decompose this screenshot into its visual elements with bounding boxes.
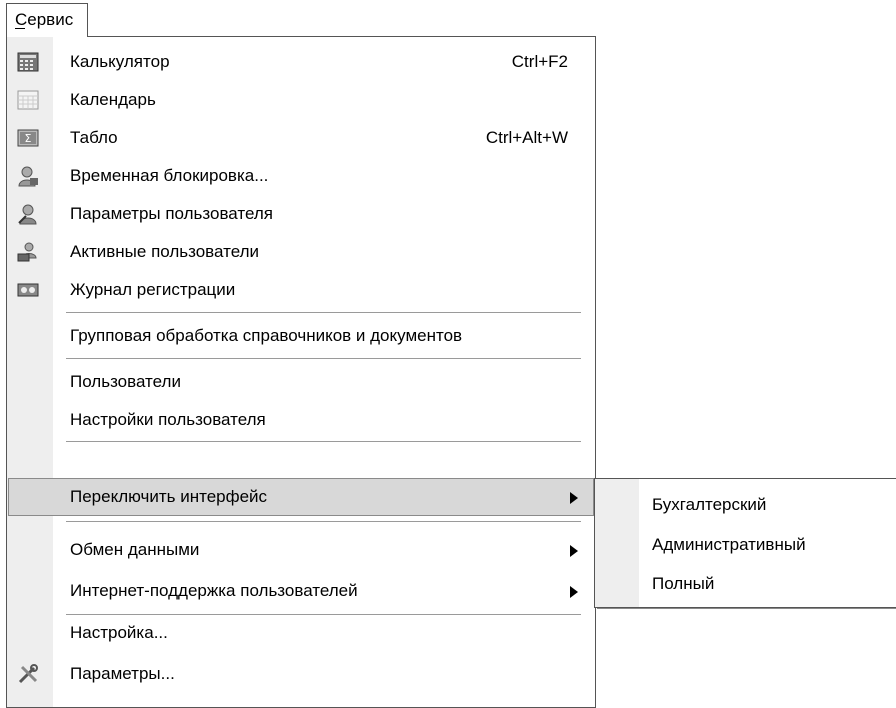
menu-item-shortcut: Ctrl+Alt+W <box>485 128 568 147</box>
menu-separator <box>66 441 581 443</box>
menu-item-label: Журнал регистрации <box>70 280 236 299</box>
menu-item-parameters[interactable]: Параметры... <box>8 655 594 693</box>
submenu-item-label: Полный <box>652 574 715 593</box>
menu-item-label: Временная блокировка... <box>70 166 269 185</box>
menu-item-label: Обмен данными <box>70 540 200 559</box>
menu-item-label: Настройка... <box>70 623 168 642</box>
menu-item-label: Калькулятор <box>70 52 170 71</box>
menu-item-label: Настройки пользователя <box>70 410 266 429</box>
menu-item-registration-log[interactable]: Журнал регистрации <box>8 271 594 309</box>
submenu-arrow-icon <box>570 492 578 504</box>
submenu-item-administrative[interactable]: Административный <box>596 526 896 564</box>
submenu-item-label: Административный <box>652 535 806 554</box>
active-users-icon <box>17 242 37 262</box>
svg-text:Σ: Σ <box>25 132 32 145</box>
submenu-arrow-icon <box>570 545 578 557</box>
menu-item-group-processing[interactable]: Групповая обработка справочников и докум… <box>8 317 594 355</box>
menu-item-scoreboard[interactable]: Σ Табло Ctrl+Alt+W <box>8 119 594 157</box>
menu-servis-label: Сервис <box>15 10 74 29</box>
menu-item-user-settings[interactable]: Настройки пользователя <box>8 401 594 439</box>
menu-separator <box>66 312 581 314</box>
scoreboard-icon: Σ <box>17 129 39 147</box>
submenu-item-label: Бухгалтерский <box>652 495 767 514</box>
menu-servis[interactable]: Сервис <box>6 3 88 37</box>
accelerator-underline <box>15 28 25 29</box>
menu-separator <box>66 521 581 523</box>
calendar-icon <box>17 90 39 110</box>
menu-item-user-parameters[interactable]: Параметры пользователя <box>8 195 594 233</box>
menu-item-setup[interactable]: Настройка... <box>8 614 594 652</box>
menu-item-data-exchange[interactable]: Обмен данными <box>8 531 594 569</box>
menu-item-label: Групповая обработка справочников и докум… <box>70 326 463 345</box>
user-lock-icon <box>18 166 38 187</box>
switch-interface-submenu: Бухгалтерский Административный Полный <box>594 478 896 608</box>
submenu-item-accounting[interactable]: Бухгалтерский <box>596 486 896 524</box>
menu-item-label: Табло <box>70 128 118 147</box>
menu-item-label: Интернет-поддержка пользователей <box>70 581 358 600</box>
menu-item-label: Пользователи <box>70 372 181 391</box>
menu-item-label: Параметры пользователя <box>70 204 273 223</box>
menu-item-label: Активные пользователи <box>70 242 260 261</box>
menu-item-active-users[interactable]: Активные пользователи <box>8 233 594 271</box>
menu-item-label: Параметры... <box>70 664 175 683</box>
menu-item-calendar[interactable]: Календарь <box>8 81 594 119</box>
menu-item-temporary-lock[interactable]: Временная блокировка... <box>8 157 594 195</box>
menu-item-label: Календарь <box>70 90 156 109</box>
menu-item-calculator[interactable]: Калькулятор Ctrl+F2 <box>8 43 594 81</box>
user-settings-icon <box>18 204 37 225</box>
log-icon <box>17 283 39 297</box>
menu-item-shortcut: Ctrl+F2 <box>511 52 568 71</box>
calculator-icon <box>17 52 39 72</box>
menu-item-internet-support[interactable]: Интернет-поддержка пользователей <box>8 572 594 610</box>
menu-item-switch-interface[interactable]: Переключить интерфейс <box>8 478 594 516</box>
menu-separator <box>66 358 581 360</box>
submenu-item-full[interactable]: Полный <box>596 565 896 603</box>
menu-item-label: Переключить интерфейс <box>70 487 268 506</box>
menu-item-users[interactable]: Пользователи <box>8 363 594 401</box>
tools-icon <box>18 664 38 684</box>
submenu-arrow-icon <box>570 586 578 598</box>
servis-dropdown-menu: Калькулятор Ctrl+F2 Календарь Σ Табло Ct… <box>6 36 596 708</box>
